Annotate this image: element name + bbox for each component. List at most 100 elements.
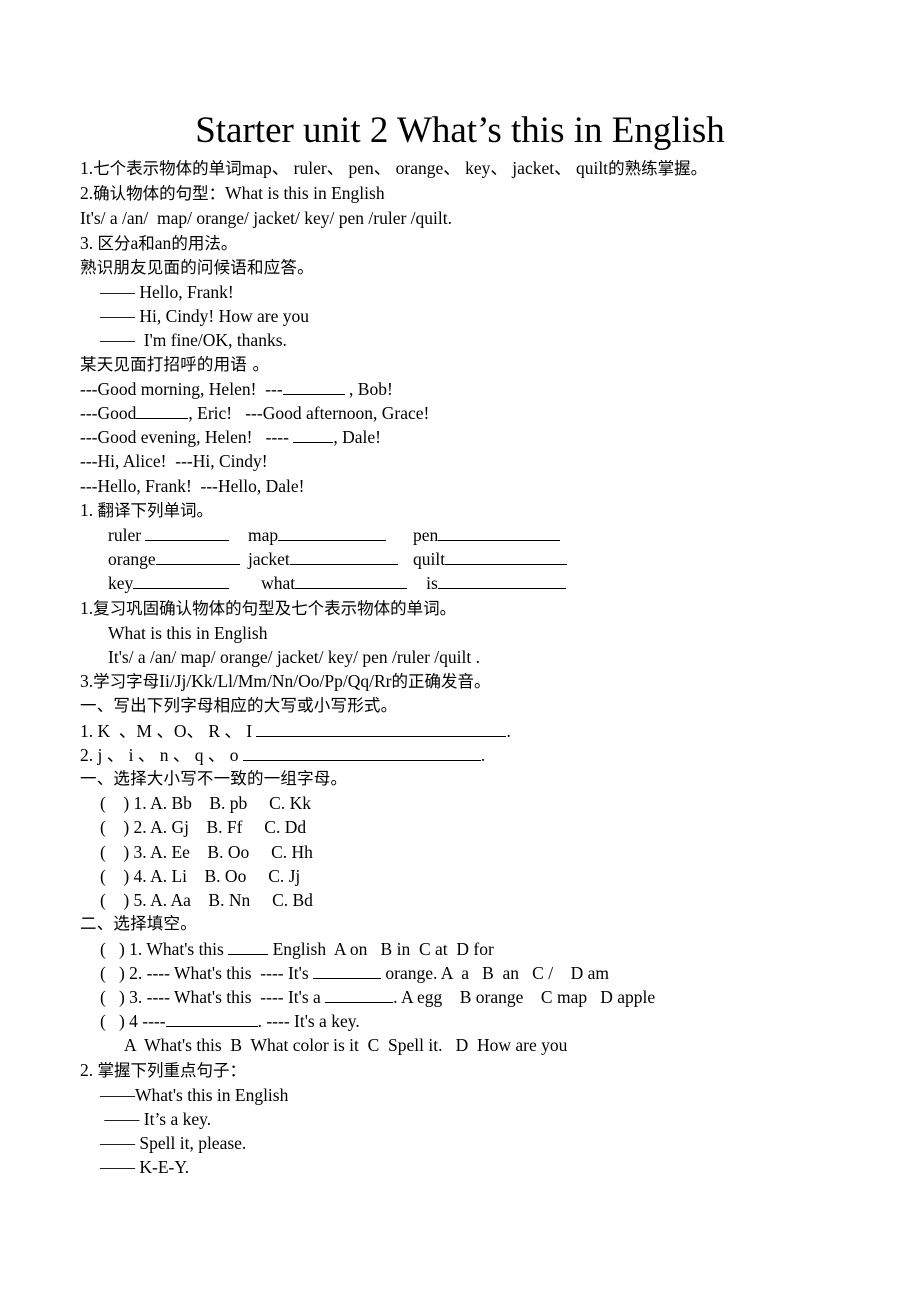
key-sentences-number: 2. bbox=[80, 1059, 98, 1080]
review-line-2: What is this in English bbox=[108, 622, 268, 643]
answer-blank[interactable] bbox=[155, 550, 240, 566]
translate-cell: what bbox=[248, 571, 413, 595]
answer-blank[interactable] bbox=[445, 550, 568, 566]
translate-row: ruler map pen bbox=[80, 523, 920, 547]
answer-blank[interactable] bbox=[282, 379, 345, 395]
key-sentence-4: —— K-E-Y. bbox=[100, 1157, 190, 1178]
letter-forms-q1-end: . bbox=[506, 720, 511, 741]
answer-blank[interactable] bbox=[136, 404, 189, 420]
answer-blank[interactable] bbox=[325, 988, 394, 1003]
daily-greeting-3-a: ---Good evening, Helen! ---- bbox=[80, 427, 294, 448]
answer-blank[interactable] bbox=[228, 939, 269, 955]
page-title: Starter unit 2 What’s this in English bbox=[195, 110, 725, 151]
answer-blank[interactable] bbox=[133, 574, 230, 590]
answer-blank[interactable] bbox=[437, 574, 566, 590]
mc-item[interactable]: ( ) 3. A. Ee B. Oo C. Hh bbox=[80, 840, 920, 864]
review-line-1: 1.复习巩固确认物体的句型及七个表示物体的单词。 bbox=[80, 596, 920, 621]
daily-greeting-2-b: , Eric! ---Good afternoon, Grace! bbox=[188, 403, 430, 424]
answer-blank[interactable] bbox=[313, 963, 382, 979]
translate-cell: ruler bbox=[108, 523, 248, 547]
objective-line-3: It's/ a /an/ map/ orange/ jacket/ key/ p… bbox=[80, 208, 452, 229]
letter-forms-heading: 一、写出下列字母相应的大写或小写形式。 bbox=[80, 696, 398, 716]
answer-blank[interactable] bbox=[278, 526, 387, 542]
fill-choice-q3-a: ( ) 3. ---- What's this ---- It's a bbox=[100, 986, 326, 1007]
objective-2-number: 2. bbox=[80, 183, 94, 204]
answer-blank[interactable] bbox=[438, 526, 561, 542]
translate-word: pen bbox=[413, 525, 439, 546]
translate-word: is bbox=[413, 573, 438, 594]
translate-heading-number: 1. bbox=[80, 499, 98, 520]
translate-row: orange jacket quilt bbox=[80, 547, 920, 571]
fill-choice-q4[interactable]: ( ) 4 ---- . ---- It's a key. bbox=[80, 1009, 920, 1033]
translate-word: quilt bbox=[413, 549, 446, 570]
answer-blank[interactable] bbox=[256, 721, 507, 737]
review-4-cn-b: 的正确发音。 bbox=[391, 672, 491, 692]
answer-blank[interactable] bbox=[165, 1012, 258, 1028]
greeting-line-1: —— Hello, Frank! bbox=[100, 282, 234, 303]
answer-blank[interactable] bbox=[295, 574, 408, 590]
fill-choice-q1[interactable]: ( ) 1. What's this English A on B in C a… bbox=[80, 937, 920, 961]
review-line-4: 3.学习字母Ii/Jj/Kk/Ll/Mm/Nn/Oo/Pp/Qq/Rr的正确发音… bbox=[80, 669, 920, 694]
letter-forms-q2-text: 2. j 、 i 、 n 、 q 、 o bbox=[80, 744, 243, 765]
translate-cell: key bbox=[108, 571, 248, 595]
objective-4-cn-a: 区分 bbox=[97, 233, 131, 253]
key-sentence-1: ——What's this in English bbox=[100, 1084, 289, 1105]
review-1-cn: 复习巩固确认物体的句型及七个表示物体的单词。 bbox=[93, 598, 457, 618]
letter-forms-q1: 1. K 、M 、O、 R 、 I . bbox=[80, 719, 920, 743]
translate-word: key bbox=[108, 573, 134, 594]
daily-greeting-5: ---Hello, Frank! ---Hello, Dale! bbox=[80, 475, 305, 496]
fill-choice-q4-a: ( ) 4 ---- bbox=[100, 1011, 166, 1032]
translate-word: map bbox=[248, 525, 279, 546]
daily-greeting-1: ---Good morning, Helen! --- , Bob! bbox=[80, 377, 920, 401]
key-sentences-heading-cn: 掌握下列重点句子： bbox=[97, 1060, 247, 1080]
letter-forms-q2-end: . bbox=[480, 744, 486, 765]
translate-word: orange bbox=[108, 549, 156, 570]
key-sentence-2: —— It’s a key. bbox=[100, 1108, 212, 1129]
translate-word: jacket bbox=[248, 549, 290, 570]
mc-item[interactable]: ( ) 4. A. Li B. Oo C. Jj bbox=[80, 864, 920, 888]
translate-cell: map bbox=[248, 523, 413, 547]
daily-greeting-3: ---Good evening, Helen! ---- , Dale! bbox=[80, 425, 920, 449]
daily-greeting-2-a: ---Good bbox=[80, 403, 137, 424]
answer-blank[interactable] bbox=[293, 428, 334, 444]
daily-greeting-1-a: ---Good morning, Helen! --- bbox=[80, 378, 283, 399]
objective-line-1: 1.七个表示物体的单词map、 ruler、 pen、 orange、 key、… bbox=[80, 156, 920, 181]
objective-1-cn-a: 七个表示物体的单词 bbox=[93, 159, 242, 178]
mc-item[interactable]: ( ) 5. A. Aa B. Nn C. Bd bbox=[80, 888, 920, 912]
fill-choice-q3[interactable]: ( ) 3. ---- What's this ---- It's a . A … bbox=[80, 985, 920, 1009]
translate-heading: 1. 翻译下列单词。 bbox=[80, 498, 920, 523]
objective-4-number: 3. bbox=[80, 232, 98, 253]
daily-greetings-heading: 某天见面打招呼的用语 。 bbox=[80, 354, 270, 374]
objective-4-cn-c: 的用法。 bbox=[171, 233, 238, 253]
document-body: 1.七个表示物体的单词map、 ruler、 pen、 orange、 key、… bbox=[0, 156, 920, 1180]
daily-greeting-2: ---Good , Eric! ---Good afternoon, Grace! bbox=[80, 401, 920, 425]
choose-mismatch-heading: 一、选择大小写不一致的一组字母。 bbox=[80, 769, 348, 789]
mc-item[interactable]: ( ) 1. A. Bb B. pb C. Kk bbox=[80, 791, 920, 815]
translate-cell: quilt bbox=[413, 547, 568, 571]
review-4-en: Ii/Jj/Kk/Ll/Mm/Nn/Oo/Pp/Qq/Rr bbox=[159, 671, 392, 692]
translate-heading-cn: 翻译下列单词。 bbox=[97, 500, 214, 520]
greeting-line-2: —— Hi, Cindy! How are you bbox=[100, 306, 310, 327]
fill-choice-q4-b: . ---- It's a key. bbox=[257, 1011, 360, 1032]
fill-choice-q2[interactable]: ( ) 2. ---- What's this ---- It's orange… bbox=[80, 961, 920, 985]
objective-line-5: 熟识朋友见面的问候语和应答。 bbox=[80, 257, 314, 277]
objective-1-number: 1. bbox=[80, 158, 94, 178]
fill-choice-q2-b: orange. A a B an C / D am bbox=[381, 962, 609, 983]
objective-1-words: map、 ruler、 pen、 orange、 key、 jacket、 qu… bbox=[241, 158, 609, 178]
letter-forms-q2: 2. j 、 i 、 n 、 q 、 o . bbox=[80, 743, 920, 767]
objective-4-en-b: an bbox=[154, 232, 172, 253]
fill-choice-q1-b: English A on B in C at D for bbox=[268, 938, 494, 959]
fill-choice-q2-a: ( ) 2. ---- What's this ---- It's bbox=[100, 962, 314, 983]
translate-word: what bbox=[248, 573, 296, 594]
fill-choice-heading: 二、选择填空。 bbox=[80, 914, 197, 934]
answer-blank[interactable] bbox=[289, 550, 398, 566]
fill-choice-q4-options[interactable]: A What's this B What color is it C Spell… bbox=[80, 1033, 920, 1057]
review-4-cn-a: 学习字母 bbox=[93, 672, 160, 692]
answer-blank[interactable] bbox=[145, 526, 230, 542]
mc-item[interactable]: ( ) 2. A. Gj B. Ff C. Dd bbox=[80, 815, 920, 839]
worksheet-page: Starter unit 2 What’s this in English 1.… bbox=[0, 0, 920, 1302]
objective-1-cn-b: 的熟练掌握。 bbox=[608, 159, 708, 178]
review-4-number: 3. bbox=[80, 671, 94, 692]
answer-blank[interactable] bbox=[242, 746, 481, 761]
translate-cell: orange bbox=[108, 547, 248, 571]
